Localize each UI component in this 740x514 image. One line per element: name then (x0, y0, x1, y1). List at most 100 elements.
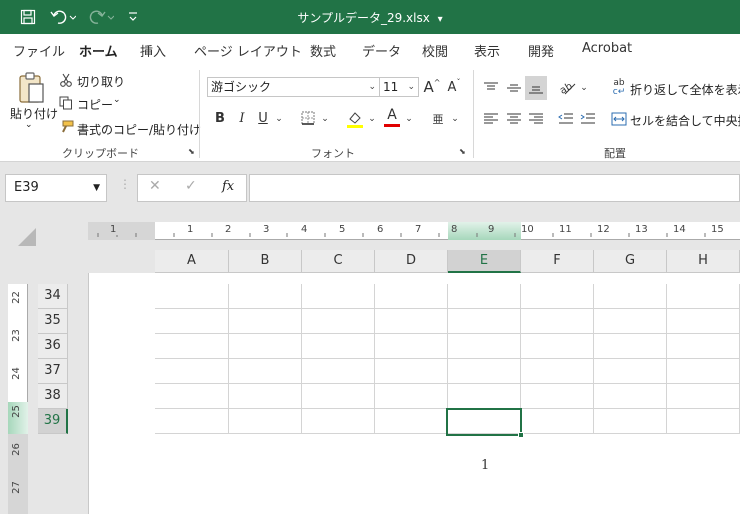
column-header-a[interactable]: A (155, 250, 229, 273)
cell-d35[interactable] (375, 309, 448, 334)
copy-dropdown-icon[interactable]: ⌄ (113, 95, 121, 105)
cell-f39[interactable] (521, 409, 594, 434)
cell-h38[interactable] (667, 384, 740, 409)
fill-handle[interactable] (518, 432, 524, 438)
column-header-d[interactable]: D (375, 250, 448, 273)
cut-button[interactable]: 切り取り (77, 73, 125, 90)
cell-g38[interactable] (594, 384, 667, 409)
cell-d38[interactable] (375, 384, 448, 409)
cell-a36[interactable] (155, 334, 229, 359)
italic-button[interactable]: I (233, 109, 251, 127)
cell-g37[interactable] (594, 359, 667, 384)
cell-h36[interactable] (667, 334, 740, 359)
tab-file[interactable]: ファイル (13, 41, 65, 60)
phonetic-guide-button[interactable]: 亜 (428, 109, 448, 129)
cell-d37[interactable] (375, 359, 448, 384)
enter-icon[interactable]: ✓ (185, 178, 197, 194)
cell-d34[interactable] (375, 284, 448, 309)
cell-c36[interactable] (302, 334, 375, 359)
cancel-icon[interactable]: ✕ (149, 178, 161, 194)
decrease-indent-icon[interactable] (555, 108, 577, 130)
merge-center-icon[interactable] (610, 109, 628, 129)
border-icon[interactable] (299, 109, 317, 127)
cell-a39[interactable] (155, 409, 229, 434)
column-header-f[interactable]: F (521, 250, 594, 273)
tab-data[interactable]: データ (362, 41, 401, 60)
font-color-dropdown-icon[interactable]: ⌄ (403, 110, 415, 128)
window-title[interactable]: サンプルデータ_29.xlsx ▾ (0, 9, 740, 26)
paste-button[interactable]: 貼り付け (10, 105, 58, 122)
wrap-text-icon[interactable]: ab c↵ (610, 77, 628, 99)
cell-d36[interactable] (375, 334, 448, 359)
cell-b35[interactable] (229, 309, 302, 334)
cell-a35[interactable] (155, 309, 229, 334)
align-right-icon[interactable] (525, 108, 547, 130)
fill-color-dropdown-icon[interactable]: ⌄ (366, 110, 378, 128)
cell-a38[interactable] (155, 384, 229, 409)
cell-f36[interactable] (521, 334, 594, 359)
cell-f35[interactable] (521, 309, 594, 334)
cell-b38[interactable] (229, 384, 302, 409)
clipboard-launcher-icon[interactable]: ⬊ (188, 147, 195, 156)
column-header-h[interactable]: H (667, 250, 740, 273)
align-top-icon[interactable] (480, 77, 502, 99)
align-left-icon[interactable] (480, 108, 502, 130)
cell-h37[interactable] (667, 359, 740, 384)
row-header-37[interactable]: 37 (38, 359, 68, 384)
cell-c35[interactable] (302, 309, 375, 334)
title-dropdown-icon[interactable]: ▾ (438, 14, 443, 25)
shrink-font-button[interactable]: Aˇ (445, 77, 463, 97)
cell-f34[interactable] (521, 284, 594, 309)
cell-a37[interactable] (155, 359, 229, 384)
fill-color-icon[interactable] (345, 109, 365, 129)
increase-indent-icon[interactable] (577, 108, 599, 130)
grow-font-button[interactable]: A ^ (423, 77, 441, 97)
bold-button[interactable]: B (211, 109, 229, 127)
row-header-36[interactable]: 36 (38, 334, 68, 359)
wrap-text-button[interactable]: 折り返して全体を表示する (630, 81, 740, 98)
cell-h39[interactable] (667, 409, 740, 434)
cell-g35[interactable] (594, 309, 667, 334)
cell-b37[interactable] (229, 359, 302, 384)
copy-icon[interactable] (58, 95, 74, 111)
paste-dropdown-icon[interactable]: ⌄ (25, 120, 33, 130)
cell-h35[interactable] (667, 309, 740, 334)
phonetic-dropdown-icon[interactable]: ⌄ (449, 110, 461, 128)
cell-b34[interactable] (229, 284, 302, 309)
cell-e35[interactable] (448, 309, 521, 334)
cell-e38[interactable] (448, 384, 521, 409)
font-size-select[interactable]: 11 ⌄ (379, 77, 419, 97)
selected-cell[interactable] (446, 408, 522, 436)
cell-g36[interactable] (594, 334, 667, 359)
font-launcher-icon[interactable]: ⬊ (459, 147, 466, 156)
font-name-select[interactable]: 游ゴシック ⌄ (207, 77, 380, 97)
cell-a34[interactable] (155, 284, 229, 309)
insert-function-icon[interactable]: fx (222, 179, 234, 194)
align-center-icon[interactable] (503, 108, 525, 130)
tab-insert[interactable]: 挿入 (140, 41, 166, 60)
tab-developer[interactable]: 開発 (528, 41, 554, 60)
copy-button[interactable]: コピー (77, 96, 113, 113)
row-header-39[interactable]: 39 (38, 409, 68, 434)
column-header-g[interactable]: G (594, 250, 667, 273)
tab-formulas[interactable]: 数式 (310, 41, 336, 60)
cut-icon[interactable] (58, 72, 74, 88)
cell-g34[interactable] (594, 284, 667, 309)
formula-input[interactable] (249, 174, 740, 202)
cell-g39[interactable] (594, 409, 667, 434)
column-header-c[interactable]: C (302, 250, 375, 273)
cell-b36[interactable] (229, 334, 302, 359)
cell-c34[interactable] (302, 284, 375, 309)
paste-icon[interactable] (14, 70, 48, 106)
cell-h34[interactable] (667, 284, 740, 309)
cell-f38[interactable] (521, 384, 594, 409)
merge-center-button[interactable]: セルを結合して中央揃え (630, 112, 740, 129)
name-box-dropdown-icon[interactable]: ▼ (93, 175, 100, 201)
format-painter-icon[interactable] (58, 119, 74, 135)
border-dropdown-icon[interactable]: ⌄ (319, 110, 331, 128)
cell-d39[interactable] (375, 409, 448, 434)
cell-c38[interactable] (302, 384, 375, 409)
cell-c39[interactable] (302, 409, 375, 434)
formula-bar-grip-icon[interactable]: ⋮ (119, 177, 131, 191)
align-middle-icon[interactable] (503, 77, 525, 99)
